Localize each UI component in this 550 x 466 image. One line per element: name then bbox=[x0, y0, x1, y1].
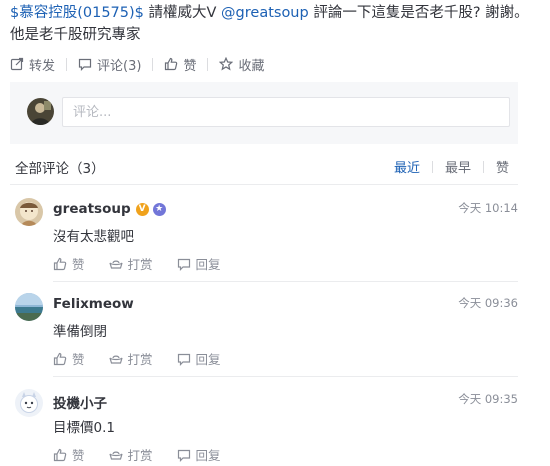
comment-tip-label: 打赏 bbox=[127, 352, 153, 367]
comment-item: 投機小子 今天 09:35 目標價0.1 赞 打赏 回复 bbox=[10, 389, 518, 466]
comment-like-button[interactable]: 赞 bbox=[53, 254, 85, 273]
comment-reply-button[interactable]: 回复 bbox=[177, 349, 221, 368]
post-text: $慕容控股(01575)$ 請權威大V @greatsoup 評論一下這隻是否老… bbox=[10, 2, 540, 46]
comment-tip-button[interactable]: 打赏 bbox=[108, 349, 153, 368]
repost-button[interactable]: 转发 bbox=[10, 55, 55, 74]
comment-item: greatsoup V ★ 今天 10:14 沒有太悲觀吧 赞 打赏 回复 bbox=[10, 198, 518, 288]
comment-like-label: 赞 bbox=[72, 352, 85, 367]
separator bbox=[482, 160, 484, 173]
divider bbox=[53, 376, 518, 377]
comment-text: 目標價0.1 bbox=[53, 420, 115, 436]
username-text[interactable]: 投機小子 bbox=[53, 392, 107, 412]
stock-mention-link[interactable]: $慕容控股(01575)$ bbox=[10, 5, 144, 21]
comment-tip-button[interactable]: 打赏 bbox=[108, 254, 153, 273]
comment-username[interactable]: greatsoup V ★ bbox=[53, 201, 166, 217]
comment-button[interactable]: 评论(3) bbox=[78, 55, 141, 74]
thumbs-up-icon bbox=[53, 257, 67, 270]
comments-header: 全部评论（3） 最近 最早 赞 bbox=[15, 157, 515, 179]
separator bbox=[431, 160, 433, 173]
comment-text: 準備倒閉 bbox=[53, 324, 107, 340]
comment-reply-button[interactable]: 回复 bbox=[177, 254, 221, 273]
avatar[interactable] bbox=[15, 198, 43, 226]
comment-username[interactable]: 投機小子 bbox=[53, 392, 107, 412]
comment-username[interactable]: Felixmeow bbox=[53, 296, 134, 312]
comment-item: Felixmeow 今天 09:36 準備倒閉 赞 打赏 回复 bbox=[10, 293, 518, 383]
comment-reply-button[interactable]: 回复 bbox=[177, 445, 221, 464]
comment-actions: 赞 打赏 回复 bbox=[53, 349, 245, 368]
divider bbox=[10, 184, 518, 185]
separator bbox=[207, 57, 209, 71]
like-button[interactable]: 赞 bbox=[164, 55, 196, 74]
comment-like-label: 赞 bbox=[72, 448, 85, 463]
sort-oldest-tab[interactable]: 最早 bbox=[445, 157, 471, 176]
ingot-icon bbox=[108, 260, 123, 269]
comment-time: 今天 09:36 bbox=[458, 296, 518, 310]
avatar[interactable] bbox=[15, 389, 43, 417]
comment-reply-label: 回复 bbox=[195, 257, 221, 272]
favorite-label: 收藏 bbox=[238, 58, 265, 74]
comment-like-button[interactable]: 赞 bbox=[53, 445, 85, 464]
post-body-part1: 請權威大V bbox=[143, 5, 222, 21]
current-user-avatar bbox=[27, 98, 54, 125]
comment-icon bbox=[78, 58, 92, 71]
comment-actions: 赞 打赏 回复 bbox=[53, 445, 245, 464]
star-badge-icon: ★ bbox=[152, 202, 166, 216]
divider bbox=[53, 281, 518, 282]
like-label: 赞 bbox=[183, 58, 197, 74]
comment-reply-label: 回复 bbox=[195, 352, 221, 367]
thumbs-up-icon bbox=[53, 448, 67, 461]
sort-options: 最近 最早 赞 bbox=[394, 157, 509, 176]
comment-tip-label: 打赏 bbox=[127, 257, 153, 272]
avatar[interactable] bbox=[15, 293, 43, 321]
comment-like-button[interactable]: 赞 bbox=[53, 349, 85, 368]
comment-label: 评论(3) bbox=[97, 58, 142, 74]
username-text[interactable]: greatsoup bbox=[53, 201, 131, 217]
reply-icon bbox=[177, 353, 190, 366]
star-icon bbox=[219, 57, 234, 71]
comment-like-label: 赞 bbox=[72, 257, 85, 272]
reply-icon bbox=[177, 258, 190, 271]
thumbs-up-icon bbox=[53, 352, 67, 365]
comment-tip-button[interactable]: 打赏 bbox=[108, 445, 153, 464]
thumbs-up-icon bbox=[165, 57, 178, 71]
comment-actions: 赞 打赏 回复 bbox=[53, 254, 245, 273]
username-text[interactable]: Felixmeow bbox=[53, 296, 134, 312]
comment-reply-label: 回复 bbox=[195, 448, 221, 463]
sort-likes-tab[interactable]: 赞 bbox=[496, 157, 509, 176]
repost-label: 转发 bbox=[29, 58, 56, 74]
separator bbox=[66, 57, 68, 71]
user-mention-link[interactable]: @greatsoup bbox=[221, 5, 309, 21]
post-action-bar: 转发 评论(3) 赞 收藏 bbox=[10, 54, 264, 74]
comments-count-title: 全部评论（3） bbox=[15, 161, 105, 177]
comment-time: 今天 09:35 bbox=[458, 392, 518, 406]
verified-badge-icon: V bbox=[135, 202, 149, 216]
repost-icon bbox=[10, 57, 24, 71]
sort-latest-tab[interactable]: 最近 bbox=[394, 157, 420, 176]
ingot-icon bbox=[108, 355, 123, 364]
separator bbox=[152, 57, 154, 71]
comment-time: 今天 10:14 bbox=[458, 201, 518, 215]
comment-text: 沒有太悲觀吧 bbox=[53, 229, 134, 245]
reply-icon bbox=[177, 449, 190, 462]
comment-tip-label: 打赏 bbox=[127, 448, 153, 463]
comment-compose-box bbox=[10, 82, 518, 144]
comment-input[interactable] bbox=[62, 97, 510, 127]
ingot-icon bbox=[108, 451, 123, 460]
favorite-button[interactable]: 收藏 bbox=[219, 55, 264, 74]
